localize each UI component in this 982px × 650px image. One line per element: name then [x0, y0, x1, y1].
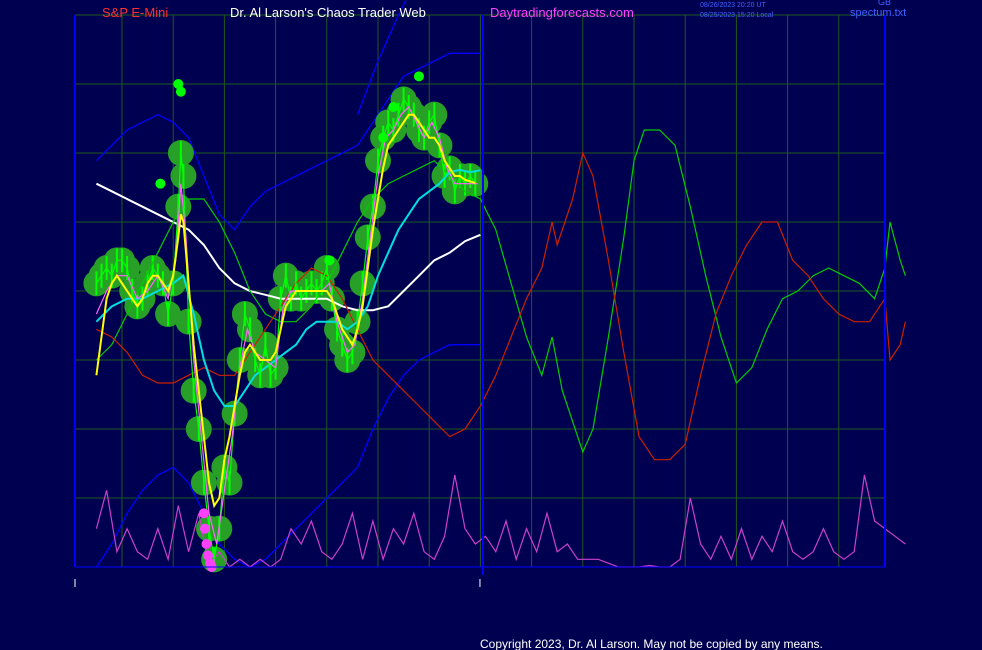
copyright: Copyright 2023, Dr. Al Larson. May not b…	[480, 637, 823, 650]
symbol-title: S&P E-Mini	[102, 5, 168, 20]
chaos-trader-chart: S&P E-Mini Dr. Al Larson's Chaos Trader …	[0, 0, 982, 650]
signal-dot	[199, 523, 210, 534]
file-name: spectum.txt	[850, 7, 906, 19]
chart-title: Dr. Al Larson's Chaos Trader Web	[230, 5, 426, 20]
signal-dot	[155, 178, 166, 189]
signal-dot	[198, 508, 209, 519]
signal-dot	[324, 255, 335, 266]
signal-dot	[378, 132, 389, 143]
timestamp-utc: 08/26/2023 20:20 UT	[700, 2, 766, 9]
file-top-label: GB	[878, 0, 891, 7]
signal-dot	[175, 86, 186, 97]
signal-dot	[413, 71, 424, 82]
signal-dot	[388, 102, 399, 112]
timestamp-local: 08/25/2023 15:20 Local	[700, 12, 774, 19]
signal-dot	[201, 539, 212, 549]
site-name: Daytradingforecasts.com	[490, 5, 634, 20]
